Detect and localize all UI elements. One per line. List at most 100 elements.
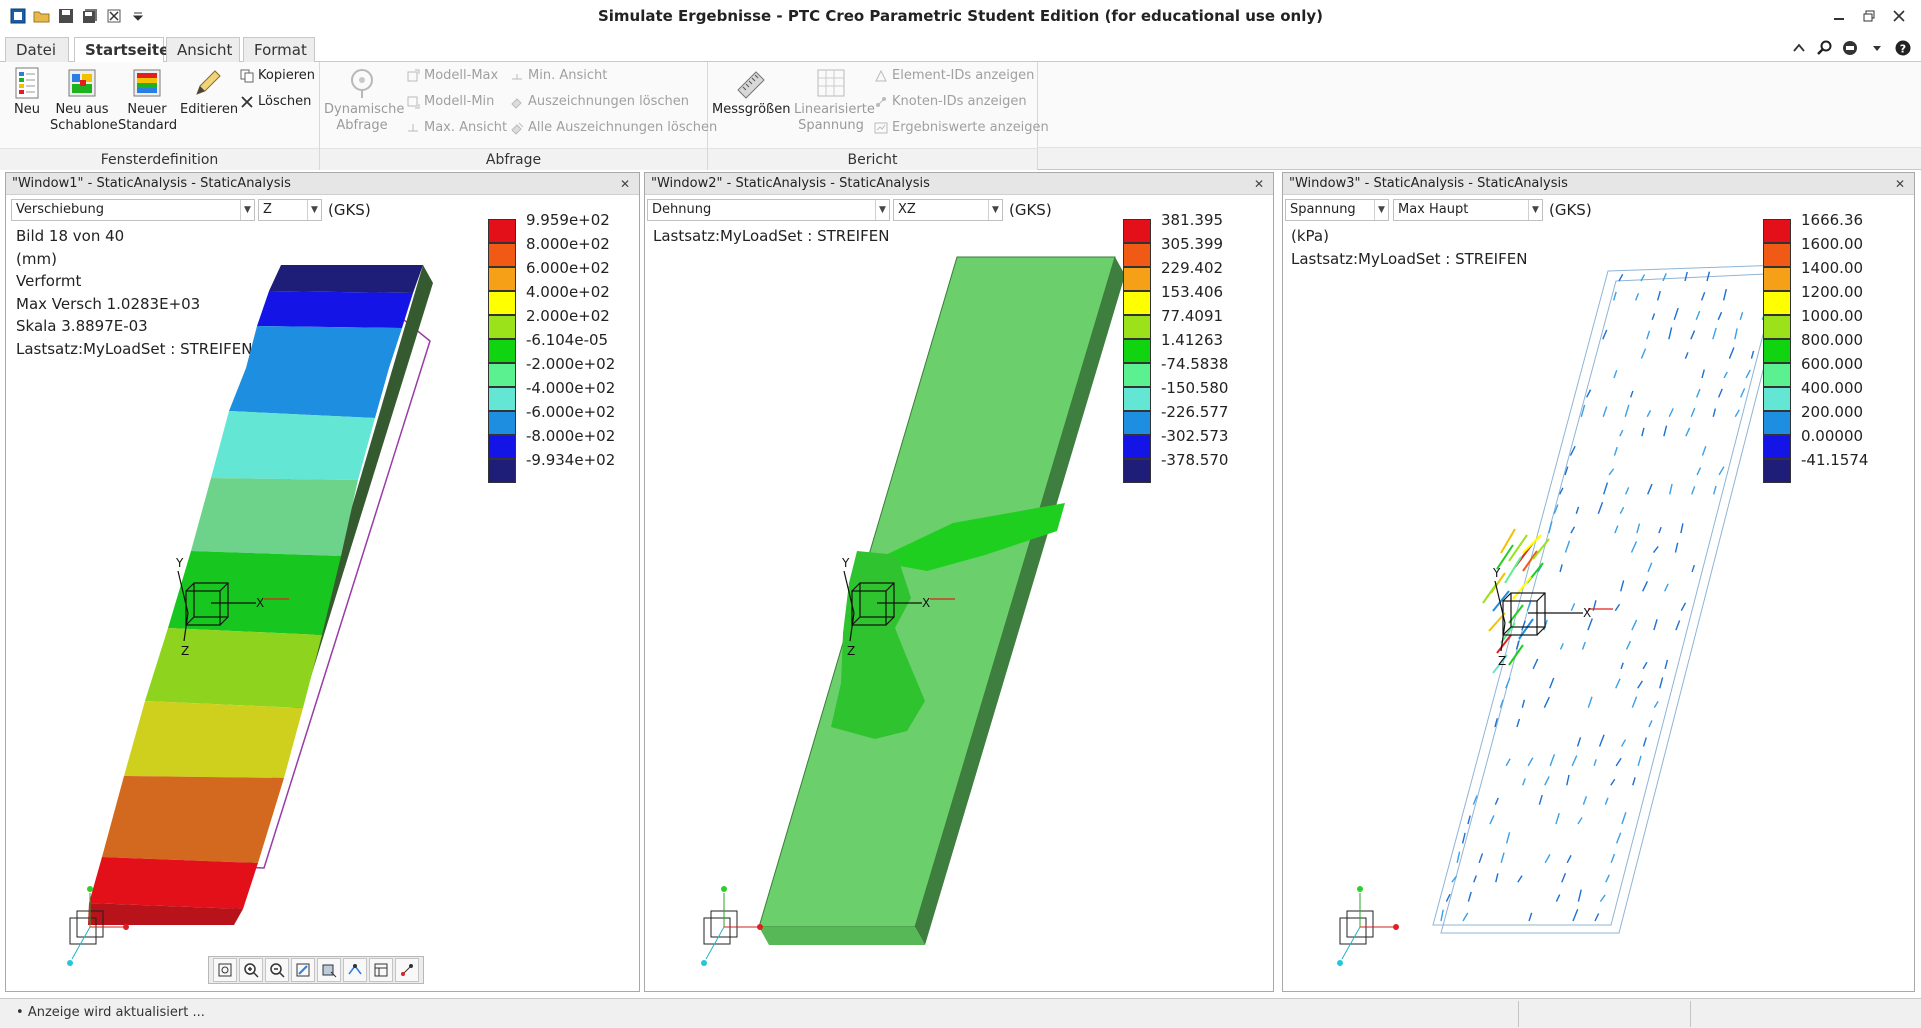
display-style-icon[interactable] bbox=[317, 958, 341, 982]
stress-vector bbox=[1489, 815, 1495, 825]
stress-vector bbox=[1646, 330, 1651, 340]
band-11 bbox=[89, 857, 258, 909]
group-label-abfrage: Abfrage bbox=[320, 148, 707, 170]
legend-value: -302.573 bbox=[1161, 427, 1229, 445]
legend-value: 153.406 bbox=[1161, 283, 1224, 301]
stress-vector bbox=[1620, 662, 1624, 670]
stress-vector bbox=[1663, 425, 1668, 437]
default-window-icon bbox=[133, 69, 161, 97]
stress-vector bbox=[1690, 407, 1696, 418]
stress-vector bbox=[1712, 408, 1717, 417]
stress-vector bbox=[1559, 643, 1564, 650]
band-9 bbox=[124, 701, 303, 778]
linearisierte-spannung-button[interactable]: Linearisierte Spannung bbox=[794, 66, 875, 134]
stress-vector bbox=[1587, 618, 1593, 631]
tab-ansicht[interactable]: Ansicht bbox=[166, 37, 240, 63]
dropdown-icon[interactable] bbox=[1867, 38, 1887, 58]
bullet-icon: • bbox=[16, 1005, 24, 1020]
stress-vector bbox=[1608, 468, 1615, 476]
loeschen-button[interactable]: Löschen bbox=[240, 92, 311, 112]
stress-vector bbox=[1544, 776, 1550, 786]
knoten-ids-button[interactable]: Knoten-IDs anzeigen bbox=[874, 92, 1027, 112]
stress-vector bbox=[1495, 873, 1499, 883]
view-manager-icon[interactable] bbox=[369, 958, 393, 982]
tab-format[interactable]: Format bbox=[243, 37, 315, 63]
tab-datei[interactable]: Datei ▾ bbox=[5, 37, 69, 82]
min-ansicht-button[interactable]: Min. Ansicht bbox=[510, 66, 607, 86]
legend-value: 1200.00 bbox=[1801, 283, 1864, 301]
ribbon: Neu Neu aus Schablone Neuer Standard Edi… bbox=[0, 62, 1921, 170]
restore-icon[interactable] bbox=[1859, 6, 1879, 26]
auszeichnungen-loeschen-button[interactable]: Auszeichnungen löschen bbox=[510, 92, 689, 112]
result-window-3[interactable]: "Window3" - StaticAnalysis - StaticAnaly… bbox=[1282, 172, 1915, 992]
community-icon[interactable] bbox=[1841, 38, 1861, 58]
svg-text:Z: Z bbox=[181, 644, 189, 658]
stress-vector bbox=[1500, 852, 1505, 864]
legend-value: -9.934e+02 bbox=[526, 451, 616, 469]
stress-vector bbox=[1570, 526, 1576, 534]
stress-vector bbox=[1517, 875, 1523, 883]
modell-min-button[interactable]: Modell-Min bbox=[406, 92, 494, 112]
legend-swatch bbox=[488, 387, 516, 411]
ergebniswerte-button[interactable]: Ergebniswerte anzeigen bbox=[874, 118, 1049, 138]
stress-vector bbox=[1624, 404, 1630, 417]
stress-vector bbox=[1745, 369, 1751, 379]
max-ansicht-button[interactable]: Max. Ansicht bbox=[406, 118, 507, 138]
stress-vector bbox=[1630, 541, 1638, 553]
neuer-standard-button[interactable]: Neuer Standard bbox=[118, 66, 177, 134]
legend-swatch bbox=[488, 435, 516, 459]
kopieren-button[interactable]: Kopieren bbox=[240, 66, 315, 86]
repaint-icon[interactable] bbox=[291, 958, 315, 982]
beam-end-face bbox=[759, 927, 925, 945]
app-title: Simulate Ergebnisse - PTC Creo Parametri… bbox=[597, 7, 1324, 25]
stress-vector bbox=[1718, 466, 1725, 476]
neu-button[interactable]: Neu bbox=[8, 66, 46, 118]
legend-value: 381.395 bbox=[1161, 211, 1224, 229]
stress-vector bbox=[1618, 273, 1624, 282]
collapse-ribbon-icon[interactable] bbox=[1789, 38, 1809, 58]
modell-max-button[interactable]: Modell-Max bbox=[406, 66, 498, 86]
result-window-2[interactable]: "Window2" - StaticAnalysis - StaticAnaly… bbox=[644, 172, 1274, 992]
help-icon[interactable]: ? bbox=[1893, 38, 1913, 58]
legend-swatch bbox=[1763, 291, 1791, 315]
neu-aus-schablone-button[interactable]: Neu aus Schablone bbox=[50, 66, 118, 134]
band-10 bbox=[102, 776, 284, 863]
element-ids-button[interactable]: Element-IDs anzeigen bbox=[874, 66, 1034, 86]
alle-auszeichnungen-loeschen-button[interactable]: Alle Auszeichnungen löschen bbox=[510, 118, 717, 138]
tab-startseite[interactable]: Startseite bbox=[74, 37, 169, 64]
stress-vector bbox=[1641, 427, 1645, 437]
stress-vector bbox=[1549, 754, 1556, 767]
stress-vector bbox=[1461, 832, 1466, 844]
close-icon[interactable] bbox=[1889, 6, 1909, 26]
stress-vector bbox=[1620, 580, 1625, 592]
legend-swatch bbox=[488, 363, 516, 387]
view-triad bbox=[1337, 886, 1399, 966]
stress-vector bbox=[1668, 483, 1673, 495]
legend-swatch bbox=[1763, 315, 1791, 339]
dynamische-abfrage-button[interactable]: Dynamische Abfrage bbox=[324, 66, 404, 134]
refit-icon[interactable] bbox=[213, 958, 237, 982]
stress-vector bbox=[1615, 832, 1622, 844]
view-max-icon bbox=[408, 124, 418, 132]
svg-text:Z: Z bbox=[847, 644, 855, 658]
stress-vector bbox=[1581, 641, 1586, 650]
dynamic-query-icon bbox=[351, 69, 373, 98]
search-icon[interactable] bbox=[1815, 38, 1835, 58]
messgroessen-button[interactable]: Messgrößen bbox=[712, 66, 790, 118]
stress-vector bbox=[1662, 273, 1667, 282]
editieren-button[interactable]: Editieren bbox=[180, 66, 238, 118]
legend-swatch bbox=[1123, 219, 1151, 243]
result-window-1[interactable]: "Window1" - StaticAnalysis - StaticAnaly… bbox=[5, 172, 640, 992]
stress-vector bbox=[1544, 854, 1551, 864]
stress-vector bbox=[1656, 290, 1661, 301]
stress-vector bbox=[1625, 487, 1630, 495]
legend-swatch bbox=[1763, 219, 1791, 243]
saved-orientations-icon[interactable] bbox=[343, 958, 367, 982]
zoom-in-icon[interactable] bbox=[239, 958, 263, 982]
stress-vector bbox=[1619, 506, 1625, 515]
datum-display-icon[interactable] bbox=[395, 958, 419, 982]
minimize-icon[interactable] bbox=[1829, 6, 1849, 26]
stress-vector bbox=[1521, 699, 1526, 708]
stress-vector bbox=[1684, 352, 1689, 359]
zoom-out-icon[interactable] bbox=[265, 958, 289, 982]
